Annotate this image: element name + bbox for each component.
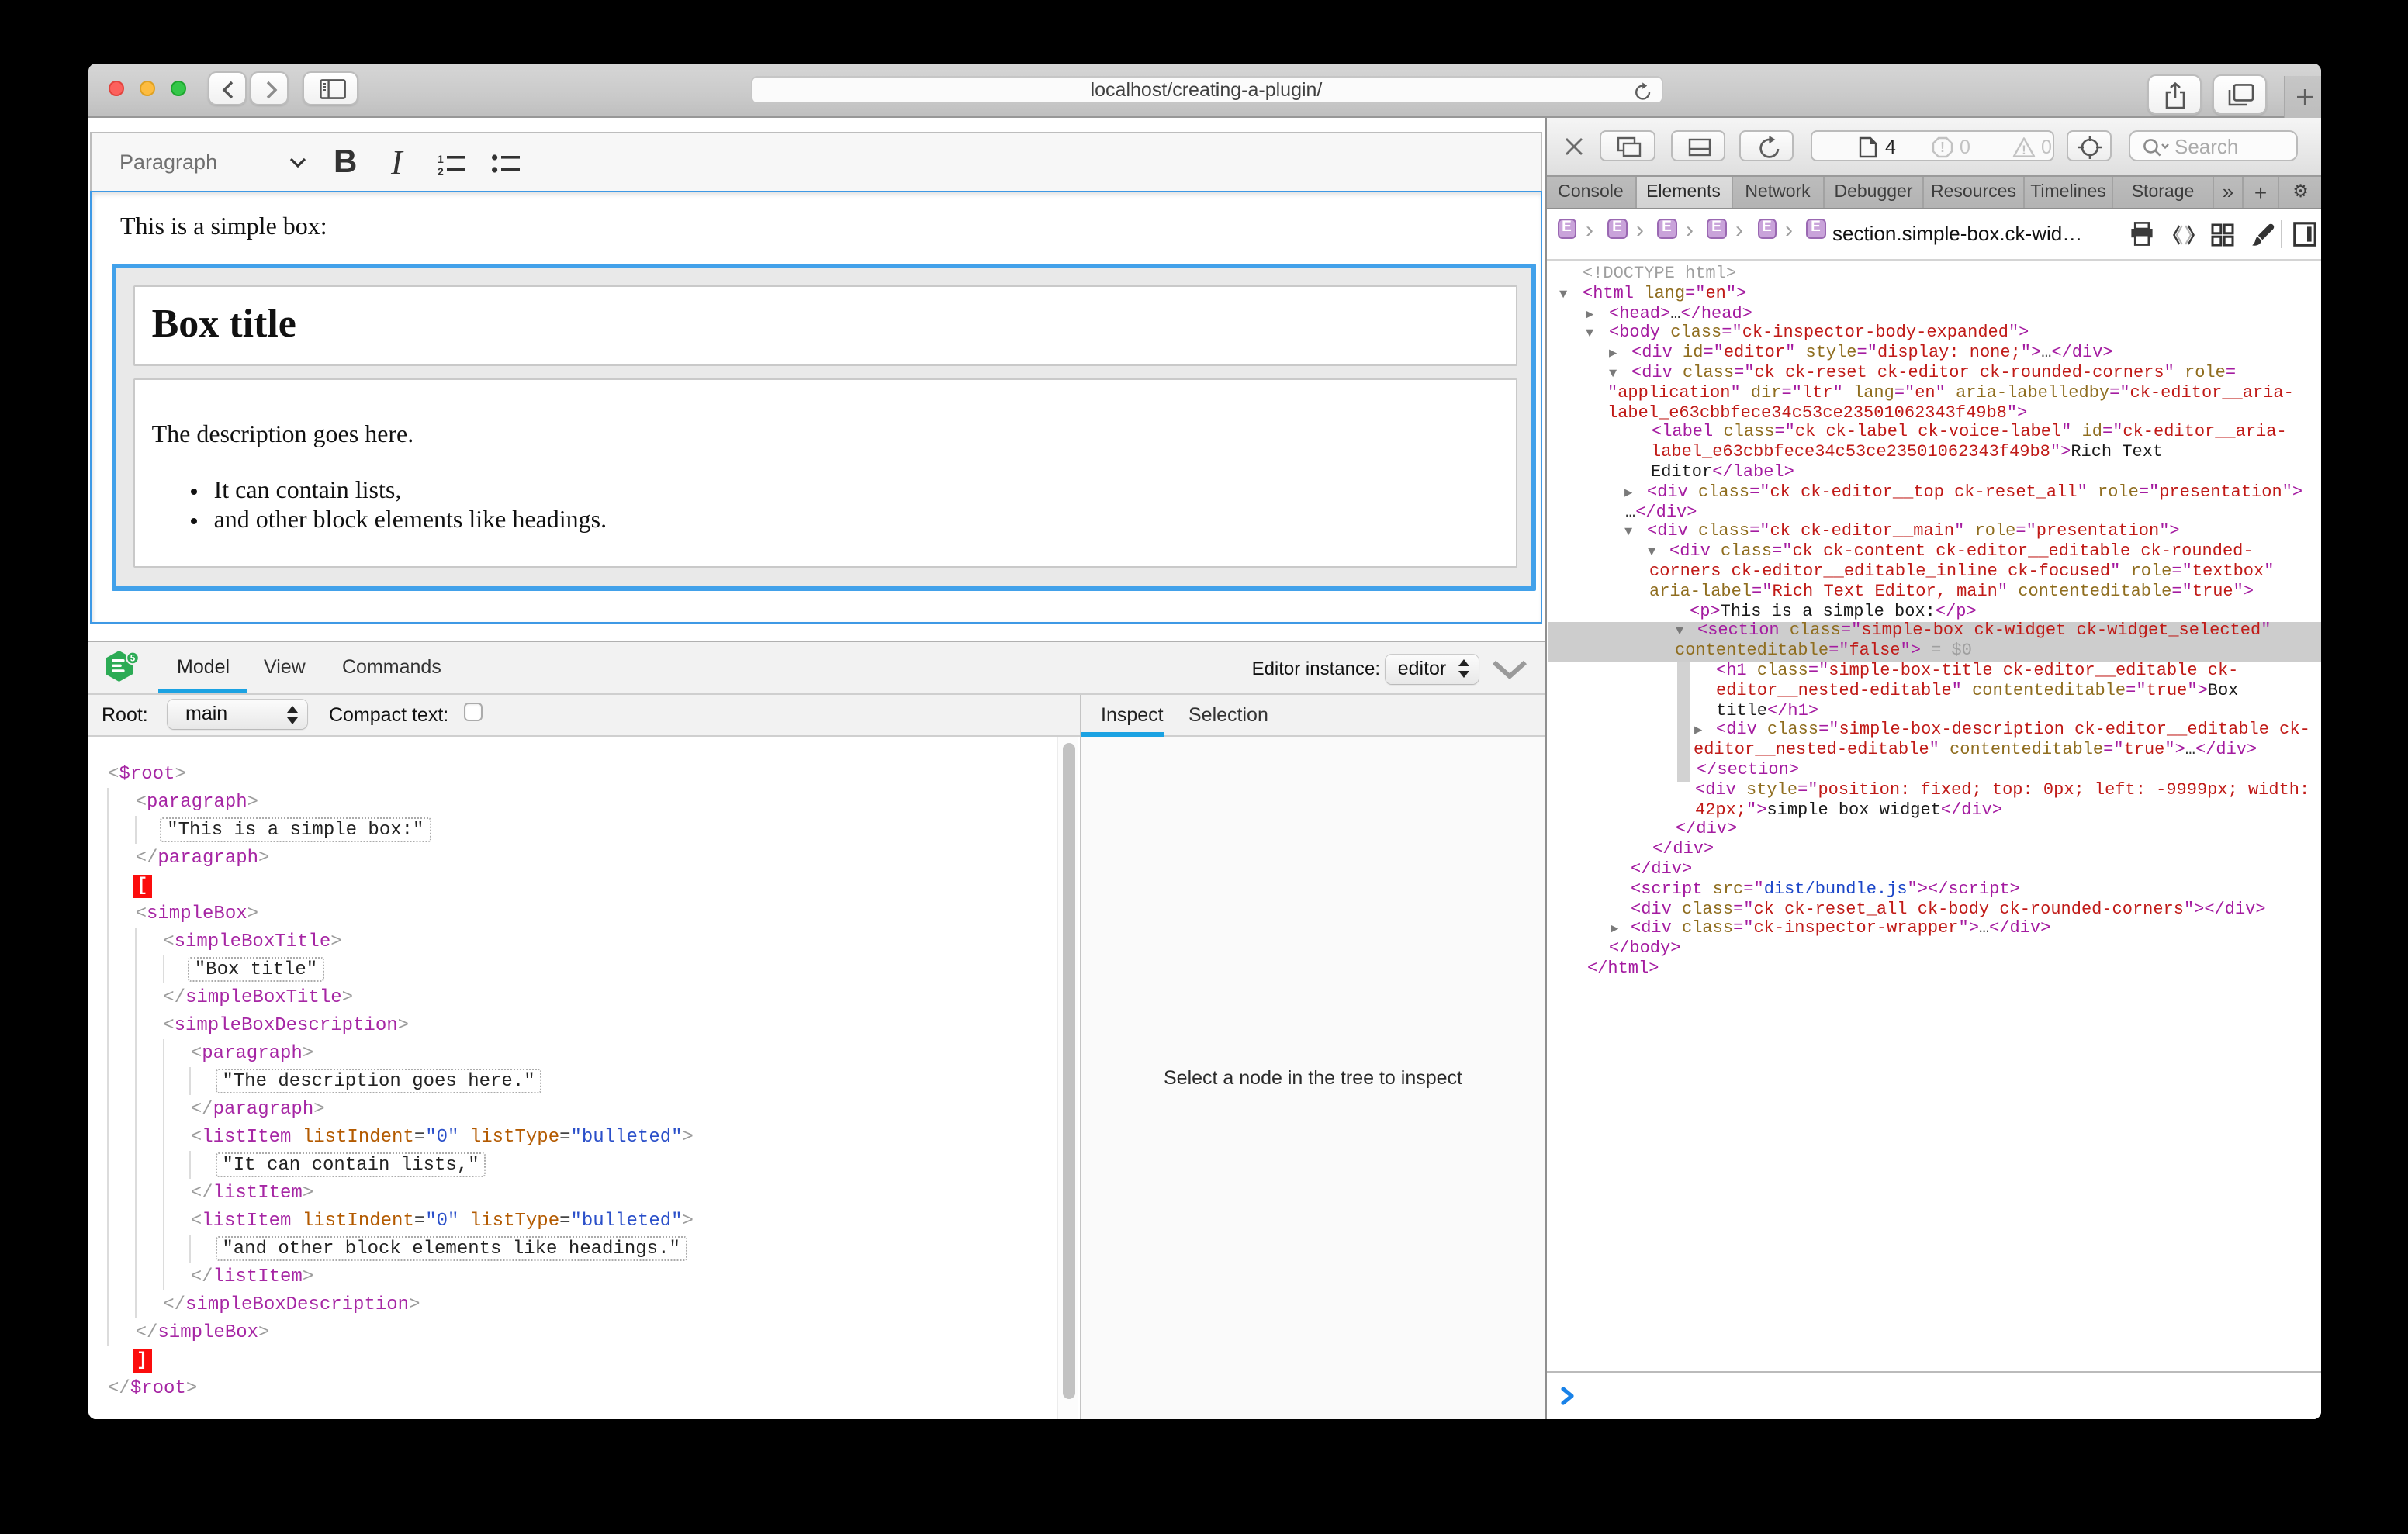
svg-text:2: 2	[438, 164, 444, 174]
svg-text:1: 1	[438, 153, 444, 164]
svg-text:5: 5	[130, 654, 136, 664]
svg-text:!: !	[1940, 140, 1945, 155]
svg-text:!: !	[2022, 142, 2026, 157]
